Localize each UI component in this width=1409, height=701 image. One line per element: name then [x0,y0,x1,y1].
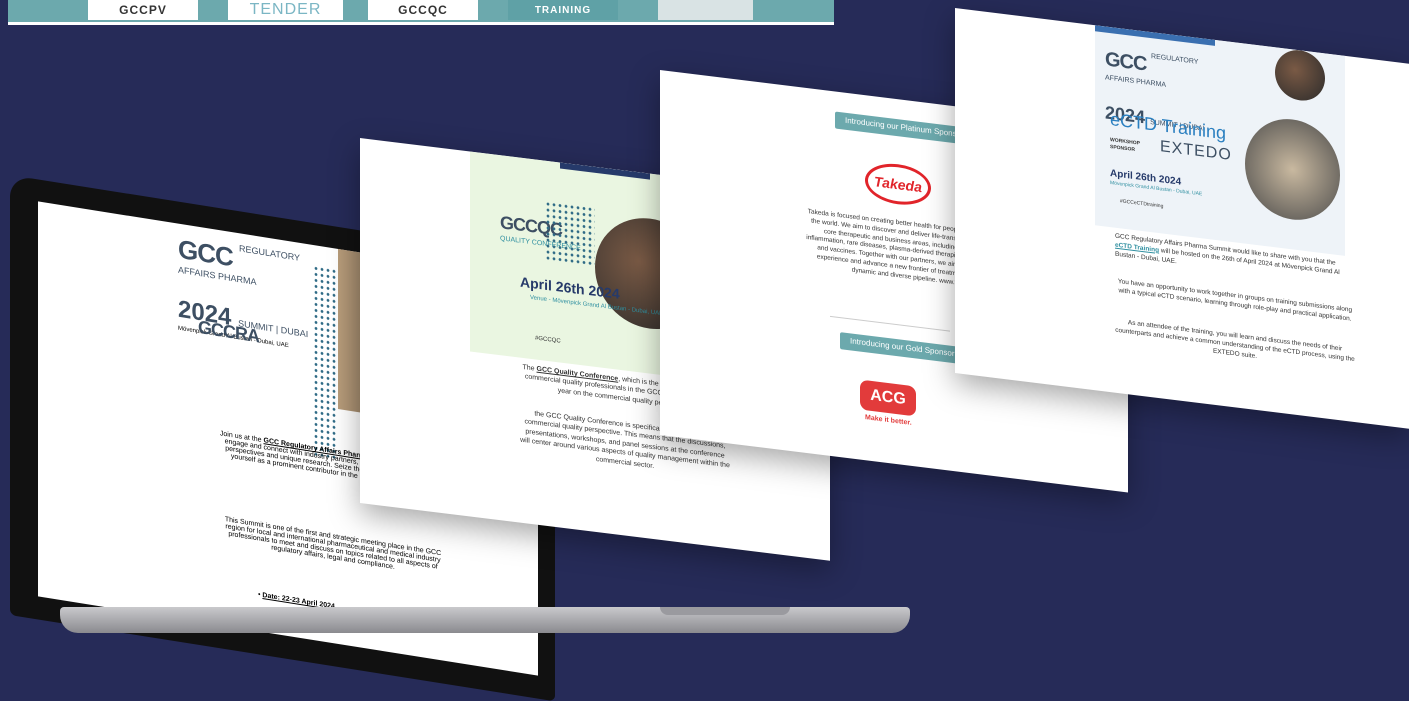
laptop-notch [660,607,790,615]
thumbnail-strip: GCCPV TENDER GCCQC TRAINING [8,0,834,25]
ectd-email-card: GCC REGULATORY AFFAIRS PHARMA 2024 SUMMIT… [955,8,1409,429]
dot-pattern [313,264,338,459]
divider [830,315,950,332]
ectd-opportunity-paragraph: You have an opportunity to work together… [1117,277,1353,323]
acg-tagline: Make it better. [865,414,912,427]
ectd-attendee-paragraph: As an attendee of the training, you will… [1115,319,1355,363]
summit-paragraph: This Summit is one of the first and stra… [224,516,442,571]
takeda-logo: Takeda [865,160,931,209]
gold-sponsor-pill: Introducing our Gold Sponsor [840,332,965,365]
photo-thumbnail [658,0,753,20]
acg-logo: ACG [860,379,916,417]
gccqc-thumbnail: GCCQC [368,0,478,20]
tender-thumbnail: TENDER [228,0,343,20]
training-thumbnail: TRAINING [508,0,618,20]
laptop-base [60,607,910,633]
qc-dot-pattern [545,200,595,267]
gccpv-thumbnail: GCCPV [88,0,198,20]
platinum-sponsor-pill: Introducing our Platinum Sponsor [835,111,974,146]
